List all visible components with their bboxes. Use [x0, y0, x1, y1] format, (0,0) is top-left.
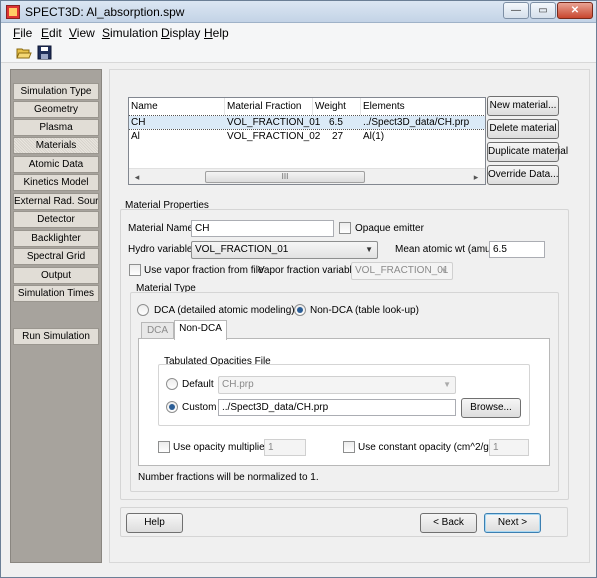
menu-help[interactable]: Help [204, 26, 229, 40]
menu-display[interactable]: Display [161, 26, 200, 40]
scroll-thumb[interactable]: III [205, 171, 365, 183]
non-dca-radio-label: Non-DCA (table look-up) [310, 305, 419, 316]
cell-fraction-id: VOL_FRACTION_02 [227, 131, 321, 142]
tab-non-dca[interactable]: Non-DCA [174, 320, 227, 340]
constant-opacity-field[interactable]: 1 [489, 439, 529, 456]
sidebar-item-plasma[interactable]: Plasma [13, 119, 99, 136]
sidebar-item-spectral-grid[interactable]: Spectral Grid [13, 248, 99, 265]
sidebar-item-simulation-type[interactable]: Simulation Type [13, 83, 99, 100]
material-name-field[interactable]: CH [191, 220, 334, 237]
default-opacity-label: Default [182, 379, 214, 390]
cell-weight: 27 [332, 131, 344, 142]
dca-radio[interactable] [137, 304, 149, 316]
mean-atomic-wt-field[interactable]: 6.5 [489, 241, 545, 258]
menu-simulation[interactable]: Simulation [102, 26, 158, 40]
sidebar: Simulation Type Geometry Plasma Material… [10, 69, 102, 563]
vapor-fraction-variable-label: Vapor fraction variable: [258, 265, 361, 276]
override-data-button[interactable]: Override Data... [487, 165, 559, 185]
restore-button[interactable]: ▭ [530, 2, 556, 19]
use-vapor-fraction-label: Use vapor fraction from file [144, 265, 264, 276]
sidebar-item-simulation-times[interactable]: Simulation Times [13, 285, 99, 302]
cell-weight: 6.5 [329, 117, 343, 128]
table-row[interactable]: CH VOL_FRACTION_01 6.5 ../Spect3D_data/C… [129, 115, 485, 130]
custom-opacity-path-field[interactable]: ../Spect3D_data/CH.prp [218, 399, 456, 416]
chevron-down-icon: ▼ [440, 266, 448, 275]
menu-view[interactable]: View [69, 26, 95, 40]
scroll-right-icon[interactable]: ▸ [469, 170, 483, 184]
vapor-fraction-variable-select[interactable]: VOL_FRACTION_01 ▼ [351, 262, 453, 280]
save-disk-icon[interactable] [37, 45, 53, 60]
opaque-emitter-checkbox[interactable] [339, 222, 351, 234]
opacity-multiplier-label: Use opacity multiplier: [173, 442, 271, 453]
dca-radio-label: DCA (detailed atomic modeling) [154, 305, 295, 316]
constant-opacity-checkbox[interactable] [343, 441, 355, 453]
column-header-elements[interactable]: Elements [361, 98, 485, 115]
sidebar-item-kinetics-model[interactable]: Kinetics Model [13, 174, 99, 191]
new-material-button[interactable]: New material... [487, 96, 559, 116]
run-simulation-button[interactable]: Run Simulation [13, 328, 99, 345]
mean-atomic-wt-label: Mean atomic wt (amu): [395, 244, 497, 255]
default-opacity-select[interactable]: CH.prp ▼ [218, 376, 456, 394]
hydro-variable-select[interactable]: VOL_FRACTION_01 ▼ [191, 241, 378, 259]
column-header-weight[interactable]: Weight [313, 98, 361, 115]
opaque-emitter-label: Opaque emitter [355, 223, 424, 234]
app-window: SPECT3D: Al_absorption.spw — ▭ ✕ File Ed… [0, 0, 597, 578]
default-opacity-radio[interactable] [166, 378, 178, 390]
sidebar-item-atomic-data[interactable]: Atomic Data [13, 156, 99, 173]
scroll-left-icon[interactable]: ◂ [130, 170, 144, 184]
cell-elements: ../Spect3D_data/CH.prp [363, 117, 470, 128]
cell-name: Al [131, 131, 140, 142]
custom-opacity-label: Custom [182, 402, 217, 413]
table-row[interactable]: Al VOL_FRACTION_02 27 Al(1) [129, 130, 485, 143]
cell-elements: Al(1) [363, 131, 385, 142]
menu-edit[interactable]: Edit [41, 26, 62, 40]
normalization-note: Number fractions will be normalized to 1… [138, 472, 319, 483]
title-bar: SPECT3D: Al_absorption.spw — ▭ ✕ [1, 1, 596, 23]
sidebar-item-materials[interactable]: Materials [13, 137, 99, 154]
opacity-multiplier-field[interactable]: 1 [264, 439, 306, 456]
browse-button[interactable]: Browse... [461, 398, 521, 418]
sidebar-item-backlighter[interactable]: Backlighter [13, 230, 99, 247]
cell-name: CH [131, 117, 146, 128]
menu-file[interactable]: File [13, 26, 32, 40]
opacity-multiplier-checkbox[interactable] [158, 441, 170, 453]
sidebar-item-output[interactable]: Output [13, 267, 99, 284]
column-header-name[interactable]: Name [129, 98, 225, 115]
duplicate-material-button[interactable]: Duplicate material [487, 142, 568, 162]
material-name-label: Material Name: [128, 223, 196, 234]
column-header-fraction-id[interactable]: Material Fraction ID [225, 98, 313, 129]
materials-panel: Name Material Fraction ID Weight Element… [109, 69, 590, 563]
custom-opacity-radio[interactable] [166, 401, 178, 413]
back-button[interactable]: < Back [420, 513, 477, 533]
cell-fraction-id: VOL_FRACTION_01 [227, 117, 321, 128]
next-button[interactable]: Next > [484, 513, 541, 533]
delete-material-button[interactable]: Delete material [487, 119, 559, 139]
horizontal-scrollbar[interactable]: ◂ III ▸ [129, 168, 485, 184]
open-folder-icon[interactable] [16, 45, 32, 60]
chevron-down-icon: ▼ [365, 245, 373, 254]
sidebar-item-detector[interactable]: Detector [13, 211, 99, 228]
menu-bar: File Edit View Simulation Display Help [1, 23, 596, 43]
sidebar-item-geometry[interactable]: Geometry [13, 101, 99, 118]
app-logo-icon [6, 5, 20, 19]
materials-table[interactable]: Name Material Fraction ID Weight Element… [128, 97, 486, 185]
window-title: SPECT3D: Al_absorption.spw [25, 5, 185, 19]
sidebar-item-external-rad-source[interactable]: External Rad. Source [13, 193, 99, 210]
chevron-down-icon: ▼ [443, 380, 451, 389]
non-dca-radio[interactable] [294, 304, 306, 316]
use-vapor-fraction-checkbox[interactable] [129, 264, 141, 276]
constant-opacity-label: Use constant opacity (cm^2/g): [358, 442, 495, 453]
close-button[interactable]: ✕ [557, 2, 593, 19]
help-button[interactable]: Help [126, 513, 183, 533]
toolbar [1, 43, 596, 63]
minimize-button[interactable]: — [503, 2, 529, 19]
hydro-variable-label: Hydro variable: [128, 244, 196, 255]
